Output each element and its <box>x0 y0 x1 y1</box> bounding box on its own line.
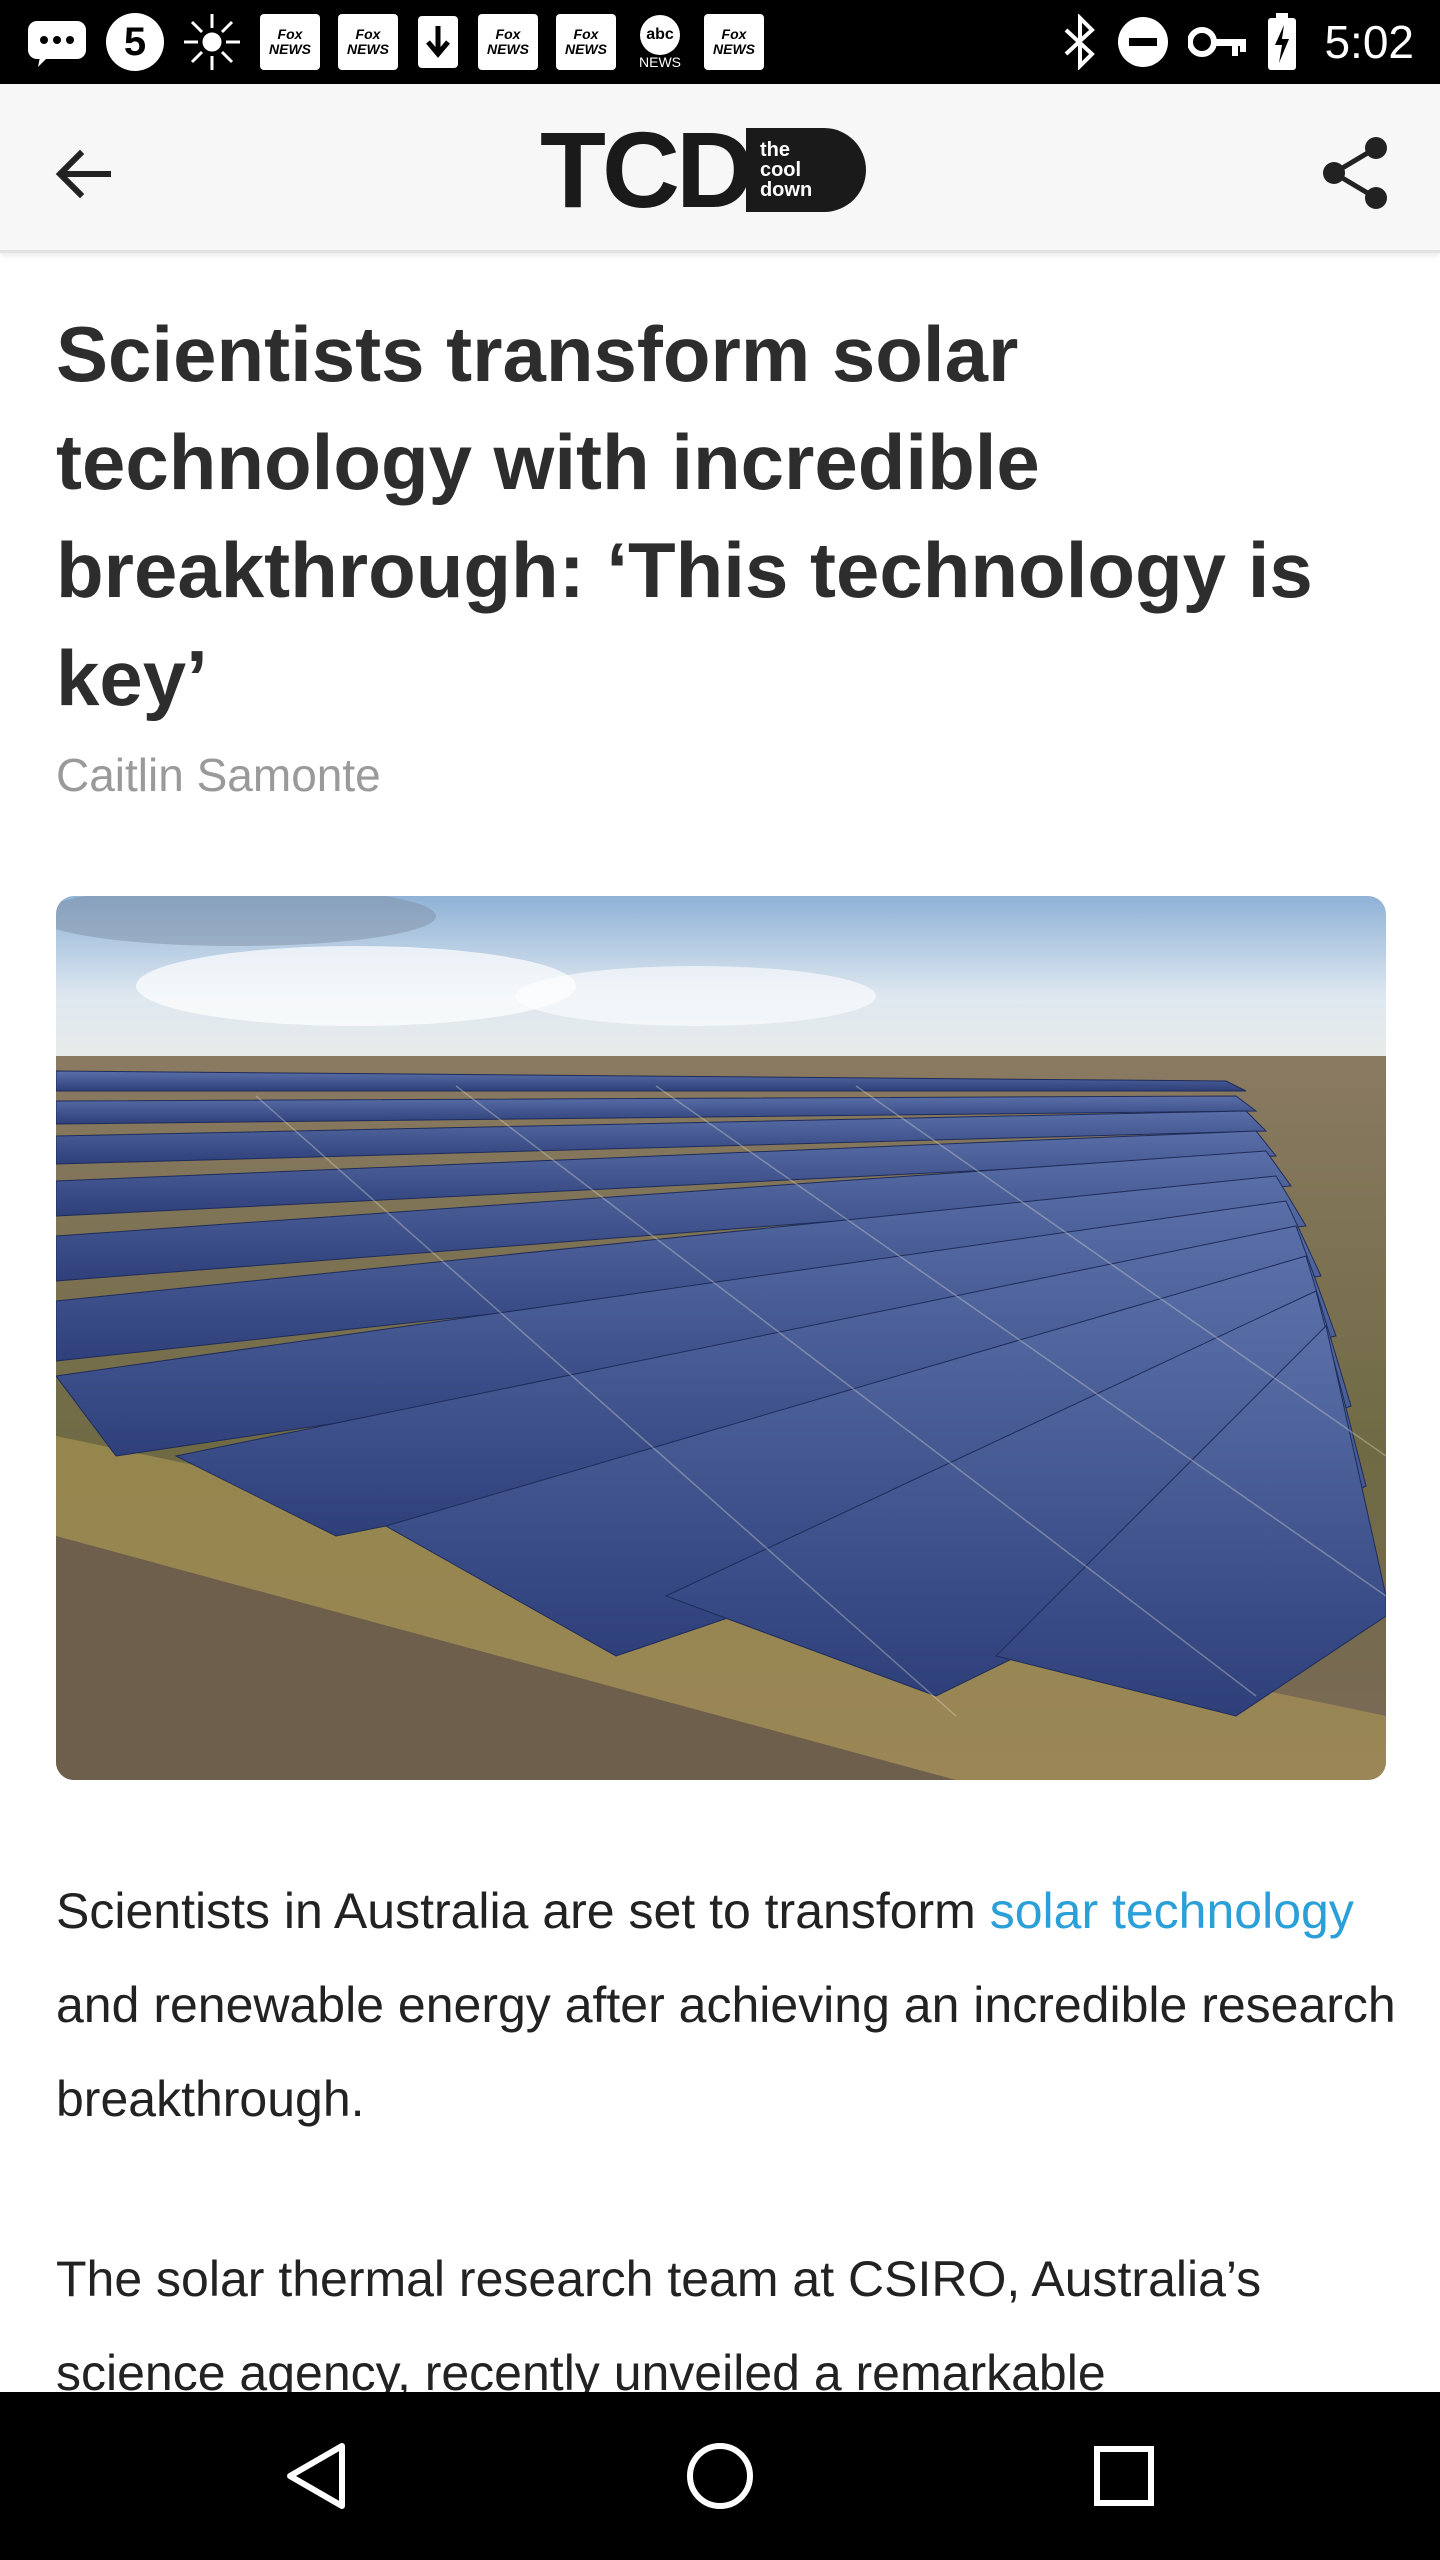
bluetooth-icon <box>1062 14 1098 70</box>
abc-news-icon: abc NEWS <box>634 14 686 70</box>
logo-pill-line-1: the <box>759 139 790 161</box>
key-icon <box>1188 22 1248 62</box>
paragraph-1-text-end: and renewable energy after achieving an … <box>56 1977 1396 2127</box>
clock: 5:02 <box>1324 16 1414 68</box>
article-author: Caitlin Samonte <box>56 749 381 801</box>
fox-news-icon: Fox NEWS <box>338 14 398 70</box>
arrow-left-icon <box>55 149 111 199</box>
download-icon <box>416 14 460 70</box>
article-paragraph-1: Scientists in Australia are set to trans… <box>56 1864 1396 2146</box>
abc-news-label: NEWS <box>639 54 681 70</box>
fox-news-icon: Fox NEWS <box>704 14 764 70</box>
logo-letters: TCD <box>540 109 754 230</box>
notification-icons: 5 Fox NEWS Fox NEWS Fox NEWS Fox NEWS ab… <box>26 12 764 72</box>
do-not-disturb-icon <box>1116 15 1170 69</box>
square-recents-icon <box>1094 2446 1154 2506</box>
fox-news-icon: Fox NEWS <box>478 14 538 70</box>
logo-pill-line-2: cool <box>759 159 802 181</box>
battery-charging-icon <box>1266 13 1298 71</box>
back-button[interactable] <box>40 132 124 216</box>
nav-home-button[interactable] <box>670 2426 770 2526</box>
message-icon <box>26 17 88 67</box>
nav-back-button[interactable] <box>266 2426 366 2526</box>
circle-home-icon <box>687 2443 753 2509</box>
channel-5-icon: 5 <box>106 13 164 71</box>
abc-logo: abc <box>640 15 680 55</box>
share-icon <box>1323 137 1387 209</box>
system-icons: 5:02 <box>1062 13 1414 71</box>
navigation-bar <box>0 2392 1440 2560</box>
tcd-logo: TCD the cool down <box>540 109 904 230</box>
nav-recents-button[interactable] <box>1074 2426 1174 2526</box>
radial-icon <box>182 12 242 72</box>
fox-news-icon: Fox NEWS <box>556 14 616 70</box>
logo-pill-line-3: down <box>759 179 813 201</box>
solar-technology-link[interactable]: solar technology <box>990 1883 1354 1939</box>
article-headline: Scientists transform solar technology wi… <box>56 310 1313 722</box>
share-button[interactable] <box>1310 128 1400 218</box>
triangle-back-icon <box>287 2443 345 2509</box>
logo-pill: the cool down <box>745 128 866 212</box>
fox-news-icon: Fox NEWS <box>260 14 320 70</box>
paragraph-1-text-start: Scientists in Australia are set to trans… <box>56 1883 990 1939</box>
status-bar: 5 Fox NEWS Fox NEWS Fox NEWS Fox NEWS ab… <box>0 0 1440 84</box>
app-header: TCD the cool down <box>0 84 1440 253</box>
hero-image-solar-farm <box>56 896 1386 1780</box>
